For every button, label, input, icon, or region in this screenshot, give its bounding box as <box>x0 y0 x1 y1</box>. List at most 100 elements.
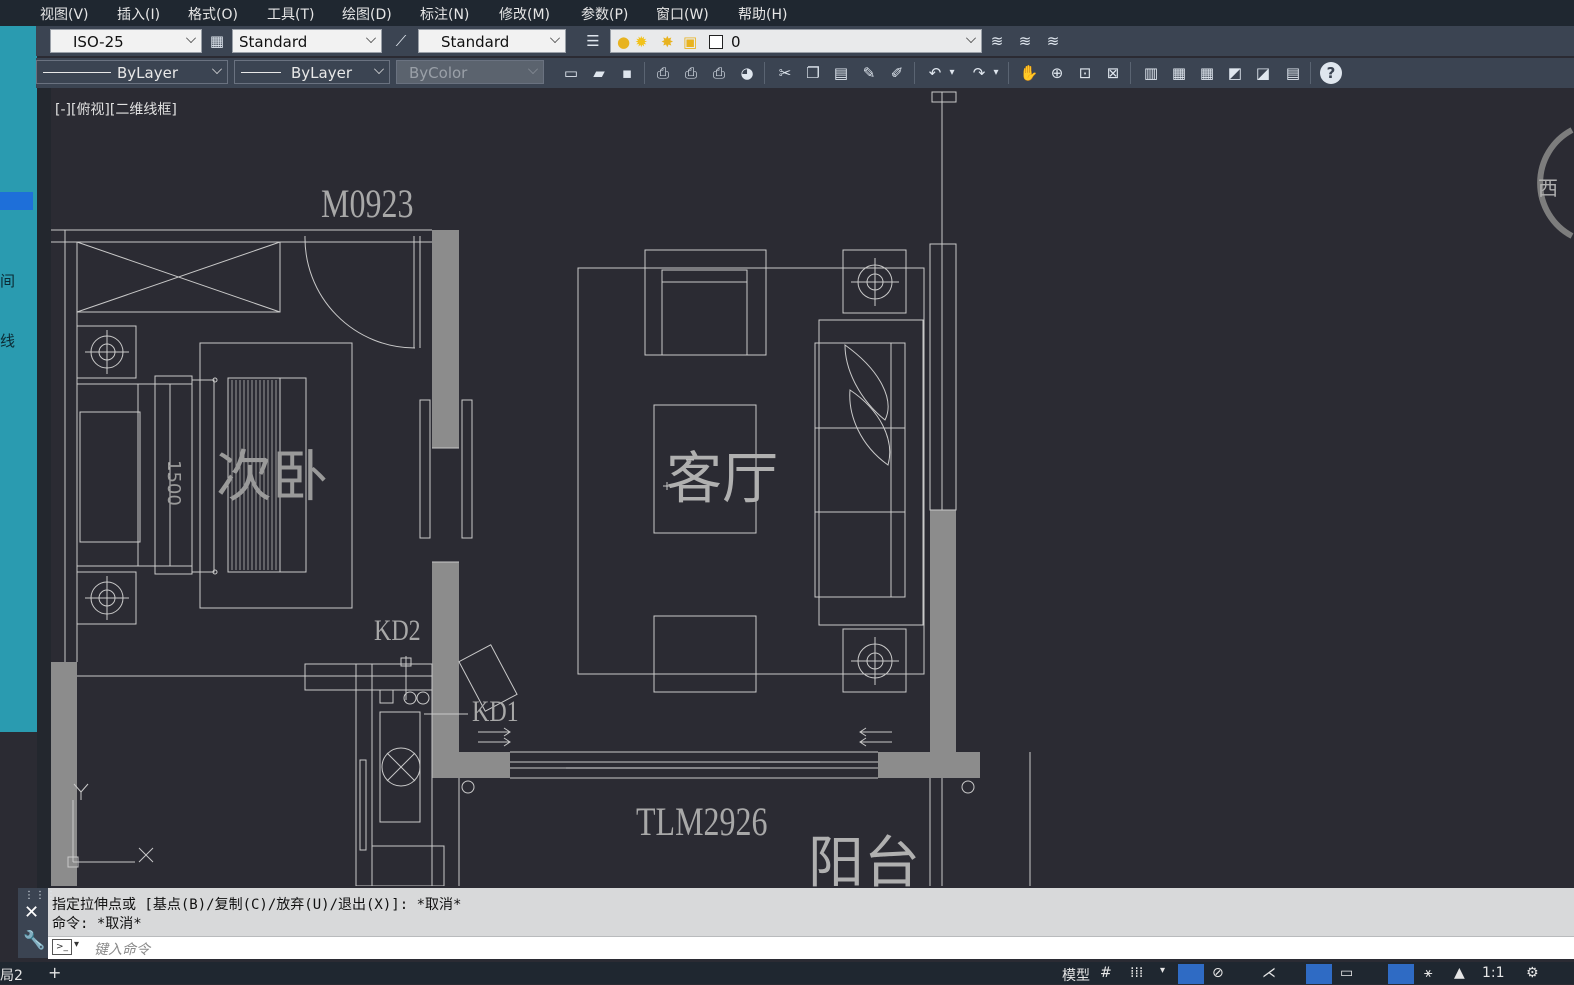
calculator-icon[interactable]: ▤ <box>1282 62 1304 84</box>
palette-edge <box>37 88 51 888</box>
command-prompt-icon[interactable]: >_ <box>52 939 72 955</box>
sheet-set-icon[interactable]: ◩ <box>1224 62 1246 84</box>
zoom-window-icon[interactable]: ⊡ <box>1074 62 1096 84</box>
redo-icon[interactable]: ↷ <box>968 62 990 84</box>
plot-preview-icon[interactable]: ⎙ <box>680 62 702 84</box>
linetype-sample <box>43 72 111 73</box>
chevron-down-icon <box>550 33 560 43</box>
table-style-dropdown[interactable]: Standard <box>418 29 566 53</box>
room-label-balcony: 阳台 <box>808 833 920 895</box>
model-space-button[interactable]: 模型 <box>1062 965 1090 985</box>
menu-parametric[interactable]: 参数(P) <box>581 4 628 24</box>
viewcube-west-label[interactable]: 西 <box>1538 172 1558 201</box>
tool-palettes-icon[interactable]: ▦ <box>1196 62 1218 84</box>
styles-toolbar: ISO-25 ▦ Standard ⟋ Standard ☰ ● ✹ ✸ ▣ 0… <box>36 26 1574 56</box>
sun-icon: ✹ <box>635 33 648 51</box>
chevron-down-icon[interactable]: ▾ <box>74 939 79 950</box>
annotation-scale-icon[interactable]: ⚹ <box>1424 965 1432 981</box>
snap-icon[interactable]: ⁞⁞⁞ <box>1130 965 1143 981</box>
table-style-icon[interactable]: ▦ <box>206 30 228 52</box>
annotation-visibility-toggle[interactable] <box>1388 964 1414 984</box>
cut-icon[interactable]: ✂ <box>774 62 796 84</box>
properties-icon[interactable]: ▥ <box>1140 62 1162 84</box>
menu-insert[interactable]: 插入(I) <box>117 4 160 24</box>
linetype-value: ByLayer <box>117 64 178 82</box>
text-style-dropdown[interactable]: Standard <box>232 29 382 53</box>
chevron-down-icon[interactable]: ▾ <box>1160 965 1165 976</box>
pan-hand-icon[interactable]: ✋ <box>1018 62 1040 84</box>
help-icon[interactable]: ? <box>1320 62 1342 84</box>
annotation-scale-value[interactable]: 1:1 <box>1482 965 1505 981</box>
markup-icon[interactable]: ◪ <box>1252 62 1274 84</box>
save-icon[interactable]: ▪ <box>616 62 638 84</box>
command-history: 指定拉伸点或 [基点(B)/复制(C)/放弃(U)/退出(X)]: *取消* 命令… <box>52 896 461 934</box>
menu-tools[interactable]: 工具(T) <box>267 4 314 24</box>
layer-previous-icon[interactable]: ≋ <box>1014 30 1036 52</box>
label-kd2: KD2 <box>374 614 421 647</box>
chevron-down-icon <box>528 64 538 74</box>
ortho-toggle[interactable] <box>1178 964 1204 984</box>
grid-icon[interactable]: # <box>1100 965 1112 981</box>
dim-style-dropdown[interactable]: ISO-25 <box>50 29 202 53</box>
paste-icon[interactable]: ▤ <box>830 62 852 84</box>
room-label-bedroom: 次卧 <box>216 447 328 509</box>
viewport-freeze-icon: ✸ <box>661 33 674 51</box>
layer-dropdown[interactable]: ● ✹ ✸ ▣ 0 <box>610 29 982 53</box>
lightbulb-icon: ● <box>617 33 631 51</box>
publish-icon[interactable]: ⎙ <box>708 62 730 84</box>
match-properties-icon[interactable]: ✎ <box>858 62 880 84</box>
menu-draw[interactable]: 绘图(D) <box>342 4 392 24</box>
linetype-dropdown[interactable]: ByLayer <box>36 60 228 84</box>
menu-dimension[interactable]: 标注(N) <box>420 4 469 24</box>
viewport-controls[interactable]: [-][俯视][二维线框] <box>55 99 177 119</box>
undo-icon[interactable]: ↶ <box>924 62 946 84</box>
dim-style-value: ISO-25 <box>73 33 124 51</box>
open-folder-icon[interactable]: ▰ <box>588 62 610 84</box>
annotation-autoscale-icon[interactable]: ▲ <box>1454 965 1465 981</box>
menu-modify[interactable]: 修改(M) <box>499 4 550 24</box>
menu-view[interactable]: 视图(V) <box>40 4 89 24</box>
chevron-down-icon <box>374 64 384 74</box>
multileader-style-icon[interactable]: ⟋ <box>390 30 412 52</box>
menu-help[interactable]: 帮助(H) <box>738 4 787 24</box>
block-editor-icon[interactable]: ✐ <box>886 62 908 84</box>
door-label-m0923: M0923 <box>321 181 414 226</box>
undo-dropdown-icon[interactable]: ▾ <box>946 62 958 84</box>
object-snap-toggle[interactable] <box>1306 964 1332 984</box>
lineweight-sample <box>241 72 281 73</box>
room-label-living: 客厅 <box>666 449 778 511</box>
command-history-line: 命令: *取消* <box>52 916 142 932</box>
add-layout-icon[interactable]: + <box>48 963 61 982</box>
text-style-value: Standard <box>239 33 308 51</box>
menubar: 视图(V) 插入(I) 格式(O) 工具(T) 绘图(D) 标注(N) 修改(M… <box>0 0 1574 26</box>
3d-dwf-icon[interactable]: ◕ <box>736 62 758 84</box>
redo-dropdown-icon[interactable]: ▾ <box>990 62 1002 84</box>
lineweight-display-icon[interactable]: ▭ <box>1340 965 1353 981</box>
layer-properties-icon[interactable]: ☰ <box>582 30 604 52</box>
menu-format[interactable]: 格式(O) <box>188 4 238 24</box>
palette-selected-item[interactable] <box>0 192 33 210</box>
left-palette[interactable]: 间 线 <box>0 0 37 732</box>
lock-icon: ▣ <box>683 33 698 51</box>
command-input[interactable]: >_ ▾ 键入命令 <box>48 936 1574 959</box>
toolbar-separator <box>914 62 915 84</box>
toolbar-separator <box>1008 62 1009 84</box>
polar-tracking-icon[interactable]: ⊘ <box>1212 965 1224 981</box>
copy-icon[interactable]: ❐ <box>802 62 824 84</box>
menu-window[interactable]: 窗口(W) <box>656 4 709 24</box>
make-current-layer-icon[interactable]: ≋ <box>986 30 1008 52</box>
print-icon[interactable]: ⎙ <box>652 62 674 84</box>
close-icon[interactable]: ✕ <box>24 902 39 923</box>
wrench-icon[interactable]: 🔧 <box>23 930 45 951</box>
layer-state-icon[interactable]: ≋ <box>1042 30 1064 52</box>
zoom-realtime-icon[interactable]: ⊕ <box>1046 62 1068 84</box>
command-placeholder: 键入命令 <box>94 942 150 958</box>
layout-tab[interactable]: 局2 <box>0 965 23 985</box>
isodraft-icon[interactable]: ⋌ <box>1262 965 1276 981</box>
zoom-previous-icon[interactable]: ⊠ <box>1102 62 1124 84</box>
new-file-icon[interactable]: ▭ <box>560 62 582 84</box>
table-style-value: Standard <box>441 33 510 51</box>
design-center-icon[interactable]: ▦ <box>1168 62 1190 84</box>
gear-icon[interactable]: ⚙ <box>1526 965 1539 981</box>
lineweight-dropdown[interactable]: ByLayer <box>234 60 390 84</box>
